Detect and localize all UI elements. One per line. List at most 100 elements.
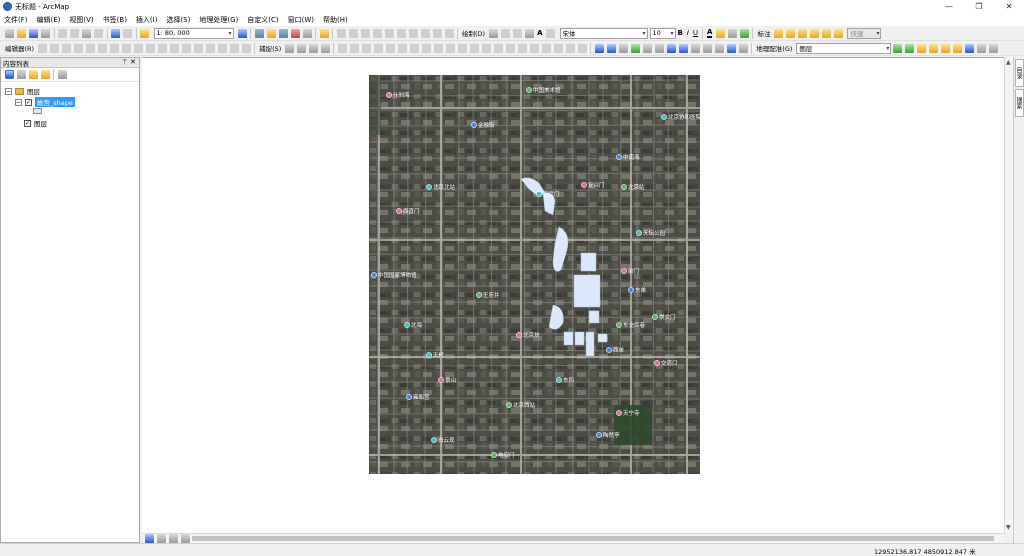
satellite-basemap[interactable]: 北京北站 西直门 中南海 北京站 天坛公园 前门 东单 崇文门 宣武门 复兴门 西单 王府井 北海 景山雍… [369,75,700,474]
select-features-icon[interactable] [690,43,700,53]
view-link-table-icon[interactable] [964,43,974,53]
viewer-icon[interactable] [976,43,986,53]
select-elements-icon[interactable] [488,28,498,38]
distribute-icon[interactable] [553,43,563,53]
map-horizontal-scrollbar[interactable] [142,533,1004,543]
auto-registration-icon[interactable] [940,43,950,53]
vertices-icon[interactable] [217,43,227,53]
visibility-checkbox[interactable]: ✓ [25,98,32,106]
pause-labeling-icon[interactable] [821,28,831,38]
zoom-out-icon[interactable] [606,43,616,53]
point-snapping-icon[interactable] [284,43,294,53]
identify-icon[interactable] [726,43,736,53]
spatial-adjust-icon[interactable] [541,43,551,53]
arctoolbox-icon[interactable] [290,28,300,38]
snapping-menu[interactable]: 捕捉(S) [259,43,281,53]
scroll-down-icon[interactable]: ▼ [1006,524,1011,531]
font-name-combo[interactable]: 宋体 ▾ [559,27,648,39]
map-poi-marker[interactable]: 东单 [628,286,647,294]
end-snapping-icon[interactable] [296,43,306,53]
rotate-raster-icon[interactable] [904,43,914,53]
generalize-icon[interactable] [421,43,431,53]
lock-labels-icon[interactable] [809,28,819,38]
edit-sketch-icon[interactable] [181,43,191,53]
edit-vertices-icon[interactable] [360,28,370,38]
map-vertical-scrollbar[interactable]: ▲ ▼ [1004,57,1013,533]
advanced-edit-icon[interactable] [337,43,347,53]
tree-node-image-layer[interactable]: ✓ 图层 [24,118,47,128]
menu-bookmarks[interactable]: 书签(B) [103,15,127,25]
line-color-icon[interactable] [727,28,737,38]
rotate-tool-icon[interactable] [408,28,418,38]
undo-icon[interactable] [111,28,120,38]
sketch-properties-icon[interactable] [432,28,442,38]
map-canvas[interactable]: 北京北站西直门 中南海北京站天坛公园前门东单崇文门 宣武门 复兴门西单 王府井北海景山雍… [369,75,700,474]
cogo-icon[interactable] [577,43,587,53]
menu-customize[interactable]: 自定义(C) [247,15,278,25]
construct-offset-icon[interactable] [505,43,515,53]
map-poi-marker[interactable]: 景山 [438,376,456,384]
menu-geoprocessing[interactable]: 地理处理(G) [199,15,238,25]
edit-annotation-icon[interactable] [49,43,59,53]
tree-node-shape-layer[interactable]: − ✓ 故宫_shape [15,97,75,107]
rectangle-icon[interactable] [524,28,534,38]
shift-raster-icon[interactable] [916,43,926,53]
model-builder-icon[interactable] [319,28,329,38]
menu-edit[interactable]: 编辑(E) [37,15,61,25]
editor-menu[interactable]: 编辑器(R) [5,43,34,53]
collapse-icon[interactable]: − [15,98,22,106]
rectangle-tool-icon[interactable] [445,43,455,53]
close-button[interactable]: ✕ [994,0,1024,13]
zoom-whole-page-icon[interactable] [512,28,522,38]
fixed-zoom-in-icon[interactable] [642,43,652,53]
list-by-source-icon[interactable] [16,70,26,79]
editor-toolbar-icon[interactable] [237,28,247,38]
refresh-icon[interactable] [988,43,998,53]
find-icon[interactable] [738,43,748,53]
data-view-icon[interactable] [145,534,154,543]
menu-window[interactable]: 窗口(W) [288,15,314,25]
map-poi-marker[interactable]: 前门 [621,267,639,275]
map-poi-marker[interactable]: 东四 [556,376,574,384]
select-elements-icon[interactable] [714,43,724,53]
visibility-checkbox[interactable]: ✓ [24,119,31,127]
bold-button[interactable]: B [678,29,683,37]
menu-selection[interactable]: 选择(S) [166,15,190,25]
scroll-thumb[interactable] [192,536,994,541]
paste-icon[interactable] [82,28,91,38]
pause-drawing-icon[interactable] [181,534,190,543]
split-icon[interactable] [109,43,119,53]
add-control-points-icon[interactable] [892,43,902,53]
map-poi-marker[interactable]: 天桥 [426,351,445,359]
smooth-icon[interactable] [433,43,443,53]
fillet-icon[interactable] [361,43,371,53]
reshape-icon[interactable] [372,28,382,38]
circle-tool-icon[interactable] [457,43,467,53]
edit-tool-icon[interactable] [336,28,346,38]
attributes-icon[interactable] [420,28,430,38]
endpoint-arc-icon[interactable] [73,43,83,53]
cut-icon[interactable] [58,28,67,38]
marker-color-icon[interactable] [739,28,749,38]
rotate-icon[interactable] [121,43,131,53]
georeferencing-layer-combo[interactable]: 图层 ▾ [796,42,892,54]
new-document-icon[interactable] [5,28,14,38]
catalog-tab[interactable]: 目录 [1015,59,1024,87]
back-extent-icon[interactable] [666,43,676,53]
rotate-element-icon[interactable] [500,28,510,38]
menu-view[interactable]: 视图(V) [69,15,93,25]
close-icon[interactable]: ✕ [130,58,136,66]
shape-layer-symbol[interactable] [33,108,42,114]
map-poi-marker[interactable]: 中国国家博物馆 [371,271,417,279]
labeling-menu[interactable]: 标注 [757,28,770,38]
edge-snapping-icon[interactable] [320,43,330,53]
polygon-symbol-swatch[interactable] [33,108,42,114]
image-layer-label[interactable]: 图层 [34,118,47,128]
map-view[interactable]: 北京北站 西直门 中南海 北京站 天坛公园 前门 东单 崇文门 宣武门 复兴门 西单 王府井 北海 景山雍… [142,57,1004,533]
topology-icon[interactable] [169,43,179,53]
sketch-tool-icon[interactable] [348,28,358,38]
map-poi-marker[interactable]: 西单 [606,346,625,354]
layout-view-icon[interactable] [157,534,166,543]
list-by-visibility-icon[interactable] [28,70,38,79]
fast-label-combo[interactable]: 快速 ▾ [847,27,882,39]
